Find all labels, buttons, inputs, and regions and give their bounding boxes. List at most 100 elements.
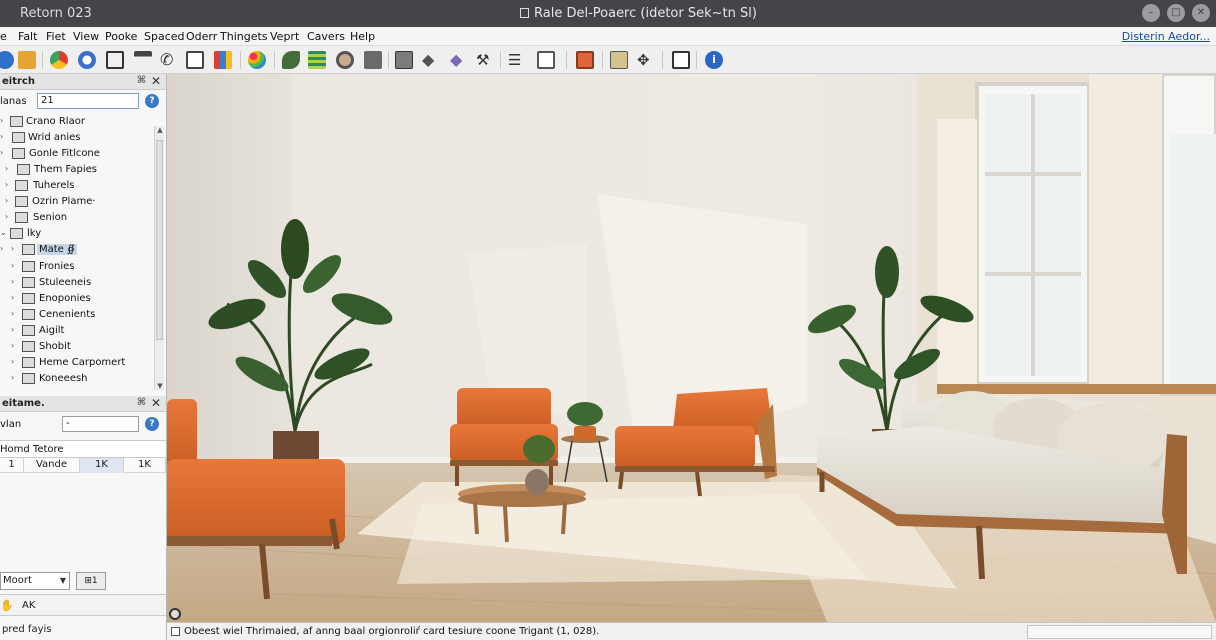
menu-item-help[interactable]: Help [350,30,375,43]
tools-icon[interactable]: ⚒ [476,51,494,69]
menu-item-spaced[interactable]: Spaced [144,30,185,43]
gem-icon[interactable]: ◆ [450,51,468,69]
left-panel: eitrch ⌘ ✕ lanas 21 ? › Crano Rlaor › Wrid… [0,74,167,640]
folder-icon[interactable] [18,51,36,69]
scroll-thumb[interactable] [156,140,163,340]
toolbar-separator [42,51,43,69]
list-icon[interactable]: ☰ [508,51,526,69]
image-icon[interactable] [537,51,555,69]
status-checkbox[interactable] [171,627,180,636]
table-title: Homd Tetore [0,444,64,455]
account-link[interactable]: Disterin Aedor... [1122,30,1210,43]
mail-icon[interactable] [186,51,204,69]
palette-icon[interactable] [248,51,266,69]
browser-icon[interactable] [50,51,68,69]
tree-item[interactable]: › Heme Carpomert [0,355,152,371]
menu-item-things[interactable]: Thingets [220,30,268,43]
move-icon[interactable]: ✥ [637,51,655,69]
menu-item-view[interactable]: View [73,30,99,43]
toolbar-separator [662,51,663,69]
cube-icon[interactable] [364,51,382,69]
properties-panel-header: eitame. ⌘ ✕ [0,396,166,412]
status-bar: Obeest wiel Thrimaied, af anng baal orgi… [167,622,1216,640]
stamp-icon[interactable] [134,51,152,69]
property-help-icon[interactable]: ? [145,417,159,431]
viewport-gizmo-icon[interactable] [169,608,181,620]
diamond-icon[interactable]: ◆ [422,51,440,69]
menu-item-covers[interactable]: Cavers [307,30,345,43]
footer-label[interactable]: AK [22,600,35,611]
tree-item-selected[interactable]: › › Mate ∯ [0,242,152,258]
menu-item-edit[interactable]: Falt [18,30,37,43]
pin-icon[interactable]: ⌘ [137,397,146,408]
scene-panel-title: eitrch [2,76,35,87]
tree-item[interactable]: › Gonle Fitlcone [0,146,152,162]
phone-icon[interactable]: ✆ [160,51,178,69]
tree-item[interactable]: › Aigilt [0,323,152,339]
scroll-up-icon[interactable]: ▲ [156,126,164,134]
toolbar: ✆ ◆ ◆ ⚒ ☰ ✥ i [0,46,1216,74]
property-input[interactable]: - [62,416,139,432]
scroll-down-icon[interactable]: ▼ [156,382,164,390]
tree-item[interactable]: › Ozrin Plame· [0,194,152,210]
close-button[interactable]: ✕ [1192,4,1210,22]
tree-item[interactable]: › Fronies [0,259,152,275]
maximize-button[interactable]: □ [1167,4,1185,22]
window [937,74,1216,396]
scene-panel-header: eitrch ⌘ ✕ [0,74,166,90]
menu-item-order[interactable]: Oderr [186,30,217,43]
tree-item[interactable]: › Stuleeneis [0,275,152,291]
tree-item[interactable]: › Cenenients [0,307,152,323]
chrome-icon[interactable] [78,51,96,69]
hand-icon[interactable]: ✋ [0,599,14,612]
globe-icon[interactable] [0,51,14,69]
table-cell: Vande [24,458,80,473]
toolbar-separator [566,51,567,69]
grid-button[interactable]: ⊞1 [76,572,106,590]
close-icon[interactable]: ✕ [151,396,161,410]
tree-item[interactable]: › Tuherels [0,178,152,194]
tree-item[interactable]: › Crano Rlaor [0,114,152,130]
target-icon[interactable] [336,51,354,69]
help-icon[interactable]: i [705,51,723,69]
menu-item-export[interactable]: Veprt [270,30,299,43]
search-help-icon[interactable]: ? [145,94,159,108]
lock-icon[interactable] [106,51,124,69]
search-input[interactable]: 21 [37,93,139,109]
tree-item[interactable]: › Enoponies [0,291,152,307]
chevron-down-icon: ▼ [59,576,66,585]
tree-item[interactable]: › Them Fapies [0,162,152,178]
3d-viewport[interactable] [167,74,1216,622]
toolbar-separator [602,51,603,69]
pin-icon[interactable]: ⌘ [137,75,146,86]
chart-icon[interactable] [214,51,232,69]
tree-item[interactable]: › Senion [0,210,152,226]
close-icon[interactable]: ✕ [151,74,161,88]
minimize-button[interactable]: – [1142,4,1160,22]
tree-item[interactable]: › Koneeesh [0,371,152,387]
menu-item-file[interactable]: e [0,30,7,43]
table-row[interactable]: 1 Vande 1K 1K [0,458,166,473]
frame-icon[interactable] [672,51,690,69]
leaf-icon[interactable] [282,51,300,69]
camera-icon[interactable] [610,51,628,69]
table-cell: 1 [0,458,24,473]
mode-dropdown-value: Moort [3,575,32,586]
tree-item[interactable]: › Shobit [0,339,152,355]
status-progress-box [1027,625,1212,639]
toolbar-separator [500,51,501,69]
screen-icon[interactable] [576,51,594,69]
menu-item-format[interactable]: Fiet [46,30,66,43]
toolbar-separator [696,51,697,69]
tree-scrollbar[interactable]: ▲ ▼ [154,126,164,390]
toolbar-separator [274,51,275,69]
menu-item-tools[interactable]: Pooke [105,30,137,43]
tree-item[interactable]: › Wrid anies [0,130,152,146]
tree-item[interactable]: ⌄ lky [0,226,152,242]
box-icon[interactable] [395,51,413,69]
window-controls: – □ ✕ [1142,4,1210,22]
toolbar-separator [388,51,389,69]
search-label: lanas [0,96,27,107]
layers-icon[interactable] [308,51,326,69]
mode-dropdown[interactable]: Moort ▼ [0,572,70,590]
